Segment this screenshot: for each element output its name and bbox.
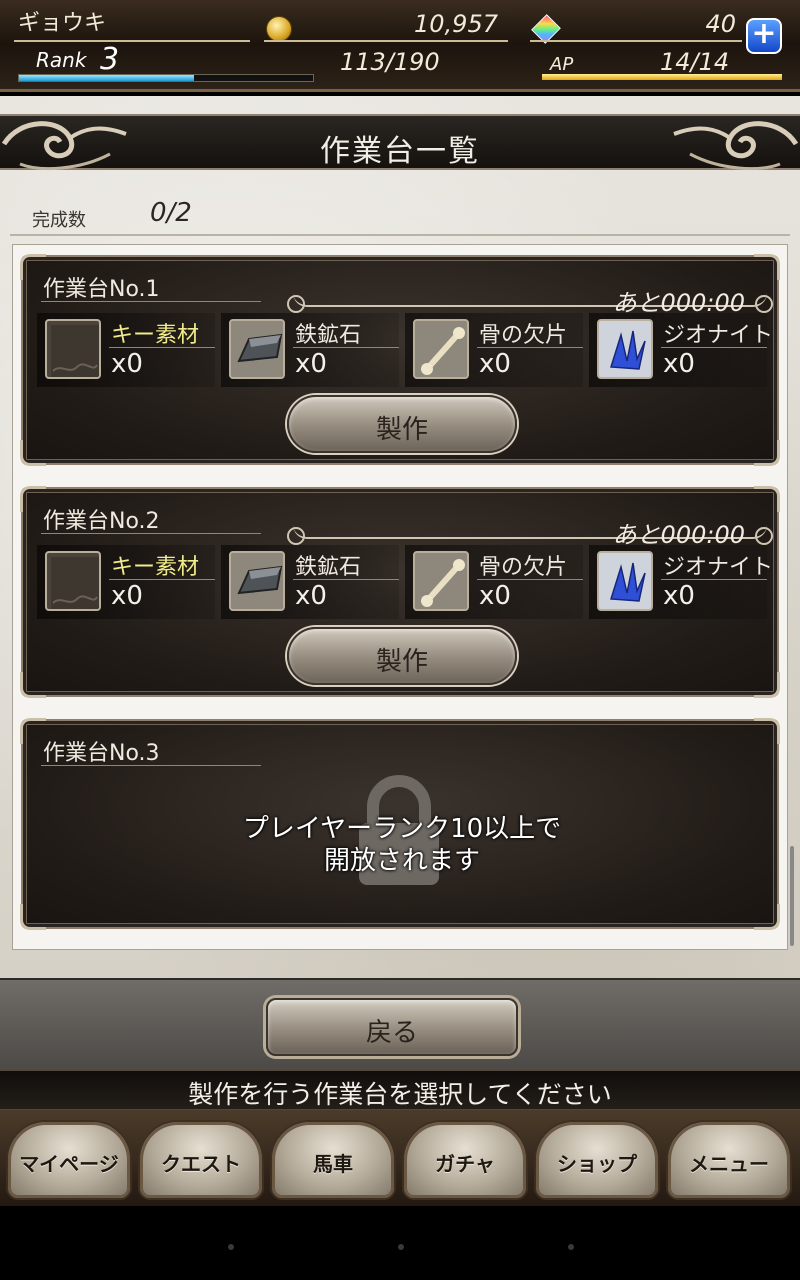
material-count: x0	[111, 581, 143, 611]
material-name: キー素材	[111, 323, 200, 348]
bottom-nav: マイページ クエスト 馬車 ガチャ ショップ メニュー	[0, 1110, 800, 1206]
make-button-label: 製作	[375, 415, 428, 445]
complete-count-label: 完成数	[32, 210, 86, 231]
material-slot: 骨の欠片 x0	[405, 313, 583, 387]
bone-fragment-icon	[413, 319, 469, 379]
system-home-icon[interactable]	[398, 1244, 404, 1250]
nav-gacha[interactable]: ガチャ	[402, 1120, 528, 1200]
system-recent-icon[interactable]	[568, 1244, 574, 1250]
iron-ore-icon	[229, 551, 285, 611]
exp-bar	[18, 74, 314, 82]
instruction-text: 製作を行う作業台を選択してください	[188, 1080, 612, 1109]
material-count: x0	[295, 349, 327, 379]
player-name: ギョウキ	[14, 6, 250, 42]
system-back-icon[interactable]	[228, 1244, 234, 1250]
material-count: x0	[479, 349, 511, 379]
back-button[interactable]: 戻る	[266, 998, 518, 1056]
material-slot: ジオナイト x0	[589, 545, 773, 619]
main-panel: 作業台一覧 完成数 0/2 作業台No.1 あと000:00 キー素材 x0 鉄…	[0, 96, 800, 978]
workbench-title: 作業台No.2	[43, 509, 160, 534]
material-count: x0	[111, 349, 143, 379]
status-row-bottom: Rank 3 113/190 AP 14/14	[0, 42, 800, 88]
material-count: x0	[295, 581, 327, 611]
timer-frame: あと000:00	[287, 505, 773, 549]
geonite-crystal-icon	[597, 319, 653, 379]
instruction-bar: 製作を行う作業台を選択してください	[0, 1070, 800, 1110]
make-button[interactable]: 製作	[287, 395, 517, 453]
nav-quest[interactable]: クエスト	[138, 1120, 264, 1200]
workbench-3-locked: 作業台No.3 プレイヤーランク10以上で 開放されます	[20, 718, 780, 930]
iron-ore-icon	[229, 319, 285, 379]
material-count: x0	[663, 581, 695, 611]
key-material-icon	[45, 319, 101, 379]
material-name: ジオナイト	[663, 323, 774, 348]
geonite-crystal-icon	[597, 551, 653, 611]
gold-amount: 10,957	[264, 6, 508, 42]
material-slot: ジオナイト x0	[589, 313, 773, 387]
nav-menu[interactable]: メニュー	[666, 1120, 792, 1200]
divider	[10, 234, 790, 236]
status-row-top: ギョウキ 10,957 40 +	[0, 6, 800, 54]
system-nav-bar	[0, 1206, 800, 1280]
material-slot: 骨の欠片 x0	[405, 545, 583, 619]
workbench-2[interactable]: 作業台No.2 あと000:00 キー素材 x0 鉄鉱石 x0 骨の欠片 x0 …	[20, 486, 780, 698]
unlock-requirement: プレイヤーランク10以上で 開放されます	[242, 814, 562, 876]
material-slot: 鉄鉱石 x0	[221, 545, 399, 619]
ap-bar-fill	[542, 74, 782, 80]
workbench-list[interactable]: 作業台No.1 あと000:00 キー素材 x0 鉄鉱石 x0 骨の欠片 x0 …	[12, 244, 788, 950]
material-count: x0	[479, 581, 511, 611]
rank-value: 3	[100, 42, 120, 77]
nav-carriage[interactable]: 馬車	[270, 1120, 396, 1200]
ap-bar	[542, 74, 782, 80]
scrollbar[interactable]	[790, 846, 794, 946]
material-name: キー素材	[111, 555, 200, 580]
header-band: 作業台一覧	[0, 114, 800, 171]
key-material-icon	[45, 551, 101, 611]
ap-label: AP	[550, 54, 574, 75]
material-count: x0	[663, 349, 695, 379]
back-button-label: 戻る	[365, 1018, 418, 1048]
exp-text: 113/190	[340, 48, 440, 76]
right-scroll-ornament-icon	[673, 121, 799, 171]
workbench-title: 作業台No.1	[43, 277, 160, 302]
gem-amount: 40	[530, 6, 742, 42]
nav-mypage[interactable]: マイページ	[6, 1120, 132, 1200]
material-name: 骨の欠片	[479, 323, 568, 348]
status-bar: ギョウキ 10,957 40 + Rank 3 113/190 AP 14/14	[0, 0, 800, 92]
nav-shop[interactable]: ショップ	[534, 1120, 660, 1200]
workbench-title: 作業台No.3	[43, 741, 160, 766]
make-button-label: 製作	[375, 647, 428, 677]
make-button[interactable]: 製作	[287, 627, 517, 685]
material-name: 骨の欠片	[479, 555, 568, 580]
material-slot: キー素材 x0	[37, 545, 215, 619]
exp-bar-fill	[19, 75, 194, 81]
material-name: 鉄鉱石	[295, 555, 362, 580]
material-slot: キー素材 x0	[37, 313, 215, 387]
ap-text: 14/14	[660, 48, 730, 76]
timer-frame: あと000:00	[287, 273, 773, 317]
workbench-1[interactable]: 作業台No.1 あと000:00 キー素材 x0 鉄鉱石 x0 骨の欠片 x0 …	[20, 254, 780, 466]
material-name: ジオナイト	[663, 555, 774, 580]
material-slot: 鉄鉱石 x0	[221, 313, 399, 387]
footer-panel: 戻る	[0, 978, 800, 1070]
rank-label: Rank	[36, 48, 87, 72]
complete-count-value: 0/2	[150, 198, 192, 228]
material-name: 鉄鉱石	[295, 323, 362, 348]
bone-fragment-icon	[413, 551, 469, 611]
